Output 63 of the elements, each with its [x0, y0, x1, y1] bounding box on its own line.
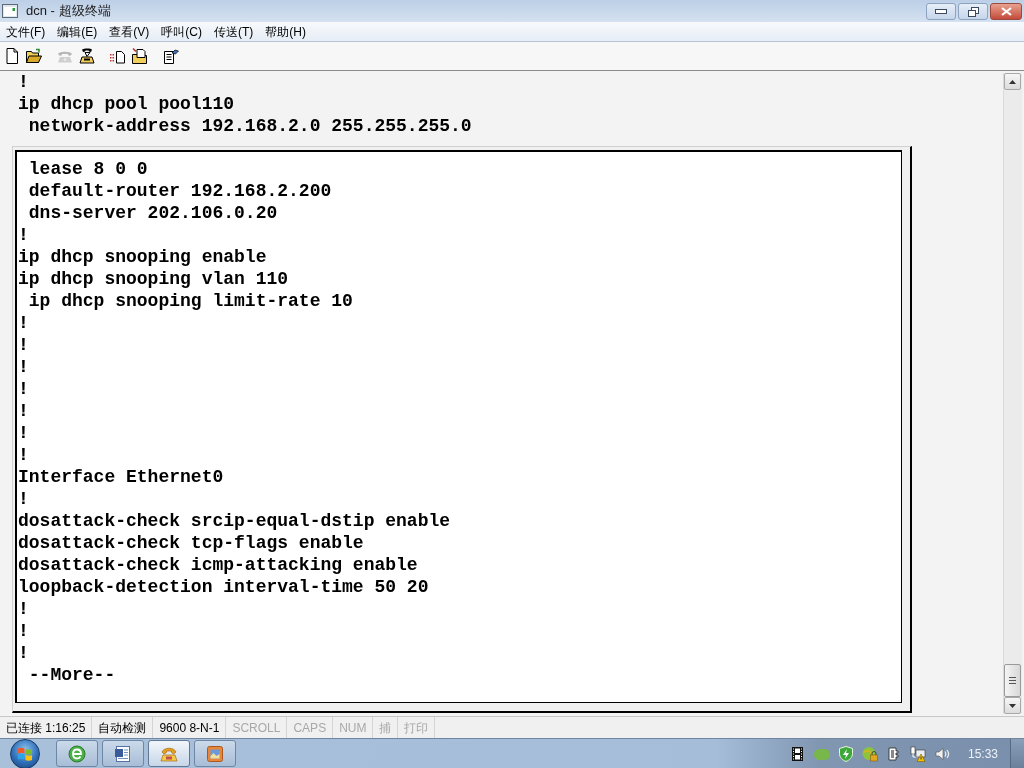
close-button[interactable]	[990, 3, 1022, 20]
terminal-line: !	[18, 224, 29, 246]
terminal-line: !	[18, 642, 29, 664]
menu-item[interactable]: 帮助(H)	[259, 22, 312, 41]
terminal-line: !	[18, 598, 29, 620]
menu-item[interactable]: 文件(F)	[0, 22, 52, 41]
taskbar-button[interactable]	[148, 740, 190, 767]
close-icon	[1000, 7, 1012, 16]
speaker-icon[interactable]	[933, 745, 950, 762]
scroll-up-button[interactable]	[1004, 73, 1021, 90]
menu-item[interactable]: 查看(V)	[103, 22, 156, 41]
flag-icon	[17, 745, 33, 762]
shield-bolt-icon[interactable]	[837, 745, 854, 762]
scroll-down-button[interactable]	[1004, 697, 1021, 714]
menu-item[interactable]: 编辑(E)	[51, 22, 104, 41]
terminal-line: network-address 192.168.2.0 255.255.255.0	[27, 115, 472, 137]
taskbar-button[interactable]	[56, 740, 98, 767]
start-button[interactable]	[10, 738, 40, 768]
terminal-line: lease 8 0 0	[27, 158, 148, 180]
power-plug-icon[interactable]	[885, 745, 902, 762]
terminal-line: !	[18, 488, 29, 510]
terminal-line: loopback-detection interval-time 50 20	[18, 576, 429, 598]
terminal-line: dns-server 202.106.0.20	[27, 202, 278, 224]
scroll-thumb[interactable]	[1004, 664, 1021, 697]
minimize-button[interactable]	[926, 3, 956, 20]
terminal-line: !	[18, 620, 29, 642]
picture-frame-icon	[206, 744, 224, 763]
restore-icon	[967, 6, 979, 17]
minimize-icon	[935, 9, 947, 14]
film-strip-icon[interactable]	[789, 745, 806, 762]
window-icon	[2, 4, 18, 18]
terminal-line: !	[18, 334, 29, 356]
grip-icon	[1009, 677, 1016, 684]
terminal-line: ip dhcp pool pool110	[17, 93, 235, 115]
scrollbar[interactable]	[1003, 73, 1022, 714]
terminal-line: default-router 192.168.2.200	[27, 180, 332, 202]
terminal-line: !	[18, 378, 29, 400]
terminal-line: ip dhcp snooping enable	[18, 246, 267, 268]
terminal-line: !	[17, 71, 29, 93]
globe-lock-icon[interactable]	[861, 745, 878, 762]
terminal-line: !	[18, 422, 29, 444]
terminal-line: dosattack-check srcip-equal-dstip enable	[18, 510, 451, 532]
terminal-line: ip dhcp snooping vlan 110	[18, 268, 289, 290]
terminal-line: dosattack-check tcp-flags enable	[18, 532, 364, 554]
terminal-line: ip dhcp snooping limit-rate 10	[27, 290, 353, 312]
terminal-line: dosattack-check icmp-attacking enable	[18, 554, 418, 576]
terminal-line: !	[18, 312, 29, 334]
window-title: dcn - 超级终端	[26, 2, 111, 21]
terminal-line: !	[18, 356, 29, 378]
circle-logo-icon	[68, 744, 86, 763]
terminal-line: Interface Ethernet0	[18, 466, 224, 488]
terminal-line: !	[18, 400, 29, 422]
taskbar-button[interactable]	[102, 740, 144, 767]
up-arrow-icon	[1009, 79, 1016, 84]
down-arrow-icon	[1009, 703, 1016, 708]
terminal-line: --More--	[27, 664, 116, 686]
menu-item[interactable]: 传送(T)	[208, 22, 260, 41]
menu-item[interactable]: 呼叫(C)	[155, 22, 208, 41]
network-warning-icon[interactable]	[909, 745, 926, 762]
taskbar-button[interactable]	[194, 740, 236, 767]
terminal-line: !	[18, 444, 29, 466]
restore-button[interactable]	[958, 3, 988, 20]
document-icon	[114, 744, 132, 763]
